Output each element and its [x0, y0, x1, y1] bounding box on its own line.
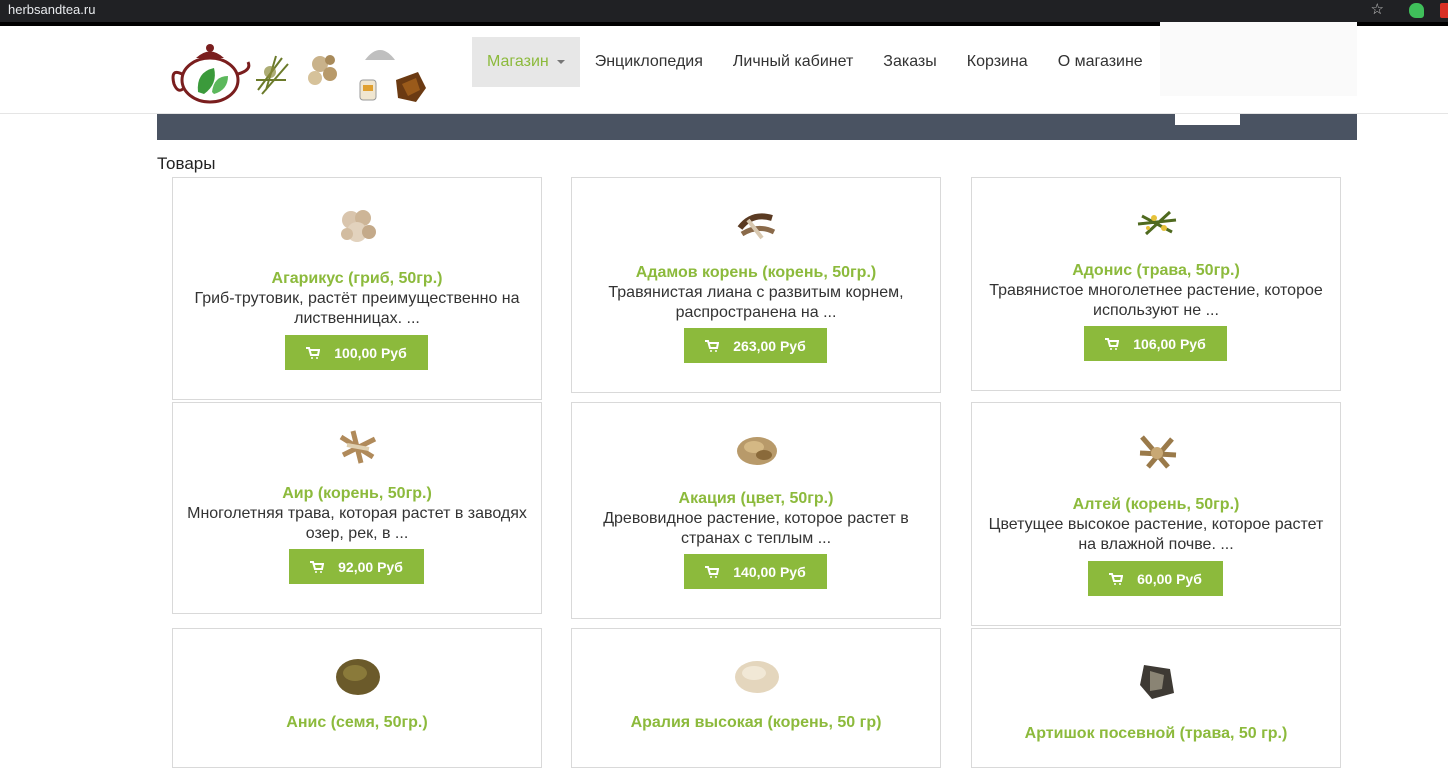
product-desc-cont: странах с теплым ...: [680, 530, 832, 547]
cart-icon: [310, 560, 325, 573]
nav-orders[interactable]: Заказы: [868, 37, 951, 87]
aralia-image: [735, 661, 779, 693]
product-name[interactable]: Агарикус (гриб, 50гр.): [173, 270, 541, 288]
buy-button[interactable]: 60,00 Руб: [1088, 561, 1223, 596]
product-card[interactable]: Адонис (трава, 50гр.) Травянистое многол…: [971, 177, 1341, 391]
herbs-icon: [256, 55, 289, 95]
banner-strip: [157, 114, 1357, 140]
header-overlay: [1160, 22, 1357, 96]
calamus-image: [339, 430, 377, 464]
site-logo[interactable]: [170, 40, 440, 110]
product-card[interactable]: Артишок посевной (трава, 50 гр.): [971, 628, 1341, 768]
bookmark-star-icon[interactable]: ☆: [1371, 0, 1384, 18]
cart-icon: [705, 565, 720, 578]
product-card[interactable]: Агарикус (гриб, 50гр.) Гриб-трутовик, ра…: [172, 177, 542, 400]
buy-button[interactable]: 92,00 Руб: [289, 549, 424, 584]
price-label: 60,00 Руб: [1137, 570, 1202, 587]
nav-cart[interactable]: Корзина: [952, 37, 1043, 87]
roots-icon: [308, 55, 337, 85]
product-desc-cont: на влажной почве. ...: [1078, 536, 1234, 553]
product-name[interactable]: Адамов корень (корень, 50гр.): [572, 264, 940, 282]
nav-account[interactable]: Личный кабинет: [718, 37, 868, 87]
cart-icon: [306, 346, 321, 359]
price-label: 263,00 Руб: [733, 337, 806, 354]
product-desc: Древовидное растение, которое растет в: [603, 510, 909, 527]
product-name[interactable]: Анис (семя, 50гр.): [173, 714, 541, 732]
althaea-image: [1139, 435, 1177, 469]
product-name[interactable]: Акация (цвет, 50гр.): [572, 490, 940, 508]
agaricus-image: [341, 210, 376, 242]
tea-bag-icon: [359, 50, 395, 101]
product-desc: Гриб-трутовик, растёт преимущественно на: [194, 290, 520, 307]
product-card[interactable]: Акация (цвет, 50гр.) Древовидное растени…: [571, 402, 941, 619]
product-desc-cont: используют не ...: [1093, 302, 1219, 319]
browser-bar: herbsandtea.ru ☆: [0, 0, 1448, 22]
nav-about[interactable]: О магазине: [1043, 37, 1158, 87]
banner-tab: [1175, 114, 1240, 125]
chevron-down-icon: [556, 60, 565, 64]
product-card[interactable]: Аралия высокая (корень, 50 гр): [571, 628, 941, 768]
cart-icon: [1105, 337, 1120, 350]
product-name[interactable]: Адонис (трава, 50гр.): [972, 262, 1340, 280]
buy-button[interactable]: 100,00 Руб: [285, 335, 428, 370]
chaga-icon: [396, 72, 426, 102]
product-desc: Травянистое многолетнее растение, которо…: [989, 282, 1323, 299]
product-name[interactable]: Алтей (корень, 50гр.): [972, 496, 1340, 514]
product-desc: Многолетняя трава, которая растет в заво…: [187, 505, 527, 522]
product-desc: Цветущее высокое растение, которое расте…: [988, 516, 1324, 533]
section-title: Товары: [157, 154, 216, 173]
product-card[interactable]: Аир (корень, 50гр.) Многолетняя трава, к…: [172, 402, 542, 614]
adonis-image: [1137, 210, 1177, 236]
price-label: 140,00 Руб: [733, 563, 806, 580]
artichoke-image: [1140, 665, 1174, 699]
product-desc-cont: лиственницах. ...: [294, 310, 420, 327]
product-card[interactable]: Алтей (корень, 50гр.) Цветущее высокое р…: [971, 402, 1341, 626]
anise-image: [336, 659, 380, 695]
product-desc: Травянистая лиана с развитым корнем,: [608, 284, 904, 301]
pdf-extension-icon[interactable]: [1440, 3, 1448, 18]
buy-button[interactable]: 106,00 Руб: [1084, 326, 1227, 361]
url-text[interactable]: herbsandtea.ru: [8, 2, 95, 17]
adam-root-image: [737, 213, 776, 240]
product-name[interactable]: Артишок посевной (трава, 50 гр.): [972, 725, 1340, 743]
product-card[interactable]: Анис (семя, 50гр.): [172, 628, 542, 768]
product-name[interactable]: Аралия высокая (корень, 50 гр): [572, 714, 940, 732]
cart-icon: [1109, 572, 1124, 585]
cart-icon: [705, 339, 720, 352]
buy-button[interactable]: 263,00 Руб: [684, 328, 827, 363]
evernote-extension-icon[interactable]: [1409, 3, 1424, 18]
main-nav: Магазин Энциклопедия Личный кабинет Зака…: [472, 37, 1158, 87]
nav-shop[interactable]: Магазин: [472, 37, 580, 87]
nav-shop-label: Магазин: [487, 53, 549, 70]
buy-button[interactable]: 140,00 Руб: [684, 554, 827, 589]
product-card[interactable]: Адамов корень (корень, 50гр.) Травяниста…: [571, 177, 941, 393]
product-desc-cont: озер, рек, в ...: [305, 525, 409, 542]
nav-encyclopedia[interactable]: Энциклопедия: [580, 37, 718, 87]
price-label: 106,00 Руб: [1133, 335, 1206, 352]
acacia-image: [737, 437, 777, 465]
product-name[interactable]: Аир (корень, 50гр.): [173, 485, 541, 503]
price-label: 92,00 Руб: [338, 558, 403, 575]
product-desc-cont: распространена на ...: [675, 304, 837, 321]
price-label: 100,00 Руб: [334, 344, 407, 361]
